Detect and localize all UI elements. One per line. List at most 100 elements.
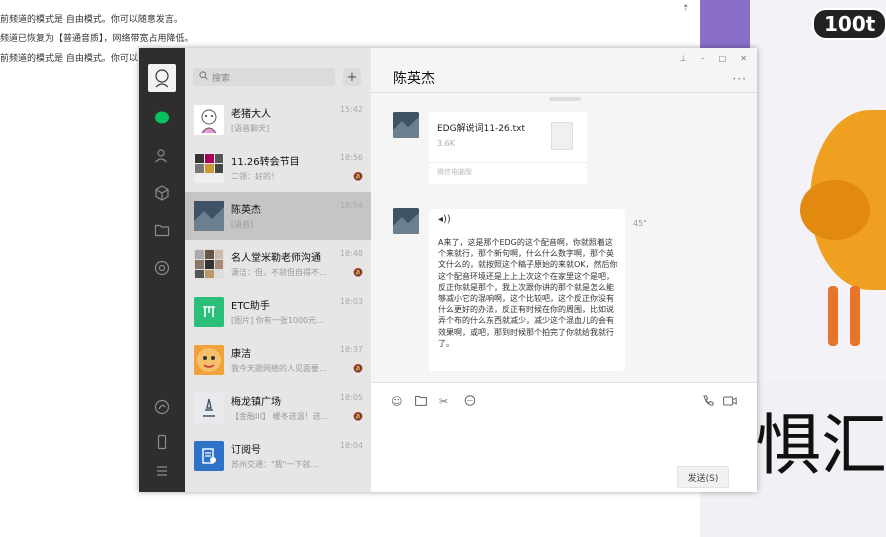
files-icon[interactable] bbox=[152, 220, 172, 240]
send-button[interactable]: 发送(S) bbox=[677, 466, 729, 488]
mute-icon: 🔕 bbox=[353, 268, 363, 277]
moments-icon[interactable] bbox=[152, 258, 172, 278]
conversation-preview: 苏州交通："我"一下就… bbox=[231, 460, 319, 469]
voice-message[interactable]: ◂)) A来了，这是那个EDG的这个配音啊，你就照着这个来就行，那个新句啊，什么… bbox=[429, 209, 625, 371]
group-avatar bbox=[194, 249, 224, 279]
emoji-icon[interactable]: ☺ bbox=[391, 395, 402, 408]
conversation-name: 老猪大人 bbox=[231, 109, 271, 120]
voice-transcript: A来了，这是那个EDG的这个配音啊，你就照着这个来就行，那个新句啊，什么什么数字… bbox=[438, 238, 618, 348]
conversation-preview: 潇洁：但，不就但自得不… bbox=[231, 268, 327, 277]
minimize-icon[interactable]: – bbox=[701, 54, 705, 63]
conversation-item[interactable]: 康洁 我今天跟网络的人见面要… 18:37 🔕 bbox=[185, 336, 371, 384]
conversation-preview: [语音] bbox=[231, 220, 254, 229]
scroll-indicator bbox=[549, 97, 581, 101]
mute-icon: 🔕 bbox=[353, 364, 363, 373]
search-placeholder: 搜索 bbox=[212, 73, 231, 84]
chat-panel: 陈英杰 ⊥ – □ ✕ ··· EDG解说词11-26.txt 3.6K 微信电… bbox=[371, 48, 757, 492]
conversation-preview: 我今天跟网络的人见面要… bbox=[231, 364, 327, 373]
avatar-icon bbox=[155, 69, 169, 88]
search-input[interactable]: 搜索 bbox=[193, 68, 335, 86]
video-call-icon[interactable] bbox=[723, 395, 737, 410]
conversation-preview: 二领：好的！ bbox=[231, 172, 279, 181]
search-icon bbox=[199, 71, 208, 83]
voice-duration: 45" bbox=[633, 219, 647, 228]
folder-icon[interactable] bbox=[415, 395, 427, 409]
chat-icon[interactable] bbox=[152, 108, 172, 128]
official-account-avatar bbox=[194, 393, 224, 423]
chat-bubble-icon[interactable] bbox=[464, 395, 476, 410]
chat-title: 陈英杰 bbox=[393, 71, 435, 87]
conversation-time: 18:56 bbox=[339, 153, 363, 162]
conversation-preview: [语音聊天] bbox=[231, 124, 270, 133]
conversation-list: 搜索 + 老猪大人 [语音聊天] 15:42 11.26转会节目 二领：好的！ … bbox=[185, 48, 371, 492]
conversation-preview: 【金融III】 暖冬送温！送… bbox=[231, 412, 329, 421]
conversation-item[interactable]: 老猪大人 [语音聊天] 15:42 bbox=[185, 96, 371, 144]
conversation-preview: [图片] 你有一张1000元… bbox=[231, 316, 325, 325]
file-size: 3.6K bbox=[437, 139, 455, 148]
system-message: 前频道的模式是 自由模式。你可以 bbox=[0, 54, 138, 64]
conversation-time: 18:54 bbox=[339, 201, 363, 210]
conversation-time: 18:05 bbox=[339, 393, 363, 402]
maximize-icon[interactable]: □ bbox=[719, 54, 727, 63]
conversation-time: 18:03 bbox=[339, 297, 363, 306]
conversation-item[interactable]: 梅龙镇广场 【金融III】 暖冬送温！送… 18:05 🔕 bbox=[185, 384, 371, 432]
cartoon-chick-leg bbox=[850, 286, 860, 346]
pin-icon[interactable]: ⇡ bbox=[682, 4, 690, 14]
sender-avatar[interactable] bbox=[393, 112, 419, 138]
conversation-name: 名人堂米勒老师沟通 bbox=[231, 253, 321, 264]
conversation-name: 陈英杰 bbox=[231, 205, 261, 216]
conversation-item[interactable]: 名人堂米勒老师沟通 潇洁：但，不就但自得不… 18:48 🔕 bbox=[185, 240, 371, 288]
more-options-button[interactable]: ··· bbox=[733, 72, 747, 86]
contact-avatar bbox=[194, 201, 224, 231]
cartoon-chick-wing bbox=[800, 180, 870, 240]
contact-avatar bbox=[194, 345, 224, 375]
mute-icon: 🔕 bbox=[353, 412, 363, 421]
conversation-item[interactable]: ETC助手 [图片] 你有一张1000元… 18:03 bbox=[185, 288, 371, 336]
mini-program-icon[interactable] bbox=[152, 397, 172, 417]
phone-icon[interactable] bbox=[152, 432, 172, 452]
text-file-icon bbox=[551, 122, 573, 150]
scissors-icon[interactable]: ✂ bbox=[439, 395, 448, 408]
conversation-name: ETC助手 bbox=[231, 301, 270, 312]
file-name: EDG解说词11-26.txt bbox=[437, 124, 525, 134]
conversation-item[interactable]: 11.26转会节目 二领：好的！ 18:56 🔕 bbox=[185, 144, 371, 192]
divider bbox=[429, 162, 587, 163]
voice-call-icon[interactable] bbox=[702, 395, 714, 410]
mute-icon: 🔕 bbox=[353, 172, 363, 181]
cartoon-chick-leg bbox=[828, 286, 838, 346]
conversation-item-selected[interactable]: 陈英杰 [语音] 18:54 bbox=[185, 192, 371, 240]
conversation-time: 18:04 bbox=[339, 441, 363, 450]
video-caption: 惧汇总 bbox=[755, 407, 886, 484]
video-badge: 100t bbox=[812, 8, 886, 40]
nav-rail bbox=[139, 48, 185, 492]
file-message[interactable]: EDG解说词11-26.txt 3.6K 微信电脑版 bbox=[429, 112, 587, 184]
conversation-time: 18:48 bbox=[339, 249, 363, 258]
conversation-name: 订阅号 bbox=[231, 445, 261, 456]
contact-avatar bbox=[194, 105, 224, 135]
conversation-name: 梅龙镇广场 bbox=[231, 397, 281, 408]
system-message: 前频道的模式是 自由模式。你可以随意发言。 bbox=[0, 15, 183, 25]
wechat-window: 搜索 + 老猪大人 [语音聊天] 15:42 11.26转会节目 二领：好的！ … bbox=[139, 48, 757, 492]
etc-icon bbox=[194, 297, 224, 327]
conversation-item[interactable]: 订阅号 苏州交通："我"一下就… 18:04 bbox=[185, 432, 371, 480]
close-icon[interactable]: ✕ bbox=[740, 54, 747, 63]
contacts-icon[interactable] bbox=[152, 146, 172, 166]
divider bbox=[371, 382, 757, 383]
conversation-name: 11.26转会节目 bbox=[231, 157, 300, 168]
divider bbox=[371, 92, 757, 93]
voice-wave-icon: ◂)) bbox=[438, 214, 451, 225]
conversation-time: 18:37 bbox=[339, 345, 363, 354]
conversation-time: 15:42 bbox=[339, 105, 363, 114]
sender-avatar[interactable] bbox=[393, 208, 419, 234]
pin-window-icon[interactable]: ⊥ bbox=[680, 54, 687, 63]
add-button[interactable]: + bbox=[343, 68, 361, 86]
system-message: 频道已恢复为【普通音质】，网络带宽占用降低。 bbox=[0, 34, 194, 44]
message-input-area[interactable]: ☺ ✂ 发送(S) bbox=[371, 382, 757, 492]
group-avatar bbox=[194, 153, 224, 183]
my-avatar[interactable] bbox=[148, 64, 176, 92]
subscription-icon bbox=[194, 441, 224, 471]
favorites-icon[interactable] bbox=[152, 183, 172, 203]
conversation-name: 康洁 bbox=[231, 349, 251, 360]
menu-icon[interactable] bbox=[152, 461, 172, 481]
file-source: 微信电脑版 bbox=[437, 168, 472, 176]
